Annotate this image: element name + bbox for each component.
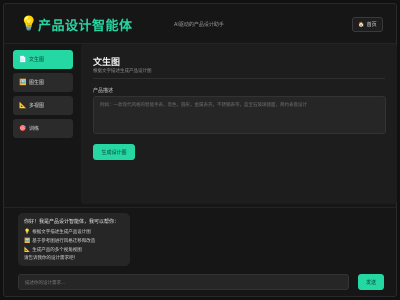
chat-area: 你好！我是产品设计智能体，我可以帮你： 💡 根据文字描述生成产品设计图 🖼️ 基于参… bbox=[4, 207, 396, 298]
target-icon: 🎯 bbox=[19, 125, 27, 132]
greeting-text: 你好！我是产品设计智能体，我可以帮你： bbox=[24, 219, 120, 225]
generate-button[interactable]: 生成设计图 bbox=[93, 144, 135, 160]
send-button[interactable]: 发送 bbox=[358, 274, 384, 290]
home-button-label: 首页 bbox=[366, 22, 377, 28]
document-icon: 📄 bbox=[19, 56, 27, 63]
sidebar-item-label: 多视图 bbox=[29, 103, 45, 109]
sidebar-item-label: 文生图 bbox=[29, 57, 45, 63]
app-subtitle: AI驱动的产品设计助手 bbox=[174, 22, 224, 28]
list-item: 💡 根据文字描述生成产品设计图 bbox=[24, 228, 124, 237]
sidebar-item-label: 图生图 bbox=[29, 80, 45, 86]
sidebar-item-image-to-image[interactable]: 🖼️ 图生图 bbox=[13, 73, 73, 92]
sidebar-item-label: 训练 bbox=[29, 126, 40, 132]
header: 💡 产品设计智能体 AI驱动的产品设计助手 🏠 首页 bbox=[4, 4, 396, 44]
picture-icon: 🖼️ bbox=[19, 79, 27, 86]
panel-description: 根据文字描述生成产品设计图 bbox=[93, 69, 152, 74]
divider bbox=[93, 78, 385, 79]
sidebar-item-multi-view[interactable]: 📐 多视图 bbox=[13, 96, 73, 115]
picture-icon: 🖼️ bbox=[24, 238, 31, 244]
home-button[interactable]: 🏠 首页 bbox=[352, 17, 383, 32]
list-item-text: 根据文字描述生成产品设计图 bbox=[32, 230, 91, 235]
list-item: 🖼️ 基于参考图进行风格迁移和改造 bbox=[24, 237, 124, 246]
sidebar-item-text-to-image[interactable]: 📄 文生图 bbox=[13, 50, 73, 69]
list-item-text: 生成产品的多个视角视图 bbox=[32, 248, 82, 253]
list-item: 📐 生成产品的多个视角视图 bbox=[24, 246, 124, 255]
product-description-label: 产品描述 bbox=[93, 88, 114, 94]
lightbulb-icon: 💡 bbox=[20, 16, 38, 32]
sidebar: 📄 文生图 🖼️ 图生图 📐 多视图 🎯 训练 bbox=[13, 50, 73, 142]
assistant-message: 你好！我是产品设计智能体，我可以帮你： 💡 根据文字描述生成产品设计图 🖼️ 基于参… bbox=[18, 213, 130, 266]
chat-input[interactable]: 描述你的设计需求... bbox=[18, 274, 349, 290]
panel-title: 文生图 bbox=[93, 58, 121, 68]
capability-list: 💡 根据文字描述生成产品设计图 🖼️ 基于参考图进行风格迁移和改造 📐 生成产品的多个… bbox=[24, 228, 124, 255]
app-window: 💡 产品设计智能体 AI驱动的产品设计助手 🏠 首页 📄 文生图 🖼️ 图生图 … bbox=[3, 3, 397, 297]
ruler-icon: 📐 bbox=[19, 102, 27, 109]
app-title: 产品设计智能体 bbox=[38, 19, 133, 34]
sidebar-item-training[interactable]: 🎯 训练 bbox=[13, 119, 73, 138]
main-panel: 文生图 根据文字描述生成产品设计图 产品描述 例如：一款现代风格的智能手表，黑色… bbox=[81, 44, 397, 204]
home-icon: 🏠 bbox=[358, 21, 365, 28]
list-item-text: 基于参考图进行风格迁移和改造 bbox=[32, 239, 96, 244]
product-description-input[interactable]: 例如：一款现代风格的智能手表，黑色，圆形，金属表壳，不锈钢表带，蓝宝石玻璃镜面，… bbox=[93, 96, 386, 134]
ruler-icon: 📐 bbox=[24, 247, 31, 253]
prompt-text: 请告诉我你的设计需求吧！ bbox=[24, 256, 78, 261]
lightbulb-icon: 💡 bbox=[24, 229, 31, 235]
